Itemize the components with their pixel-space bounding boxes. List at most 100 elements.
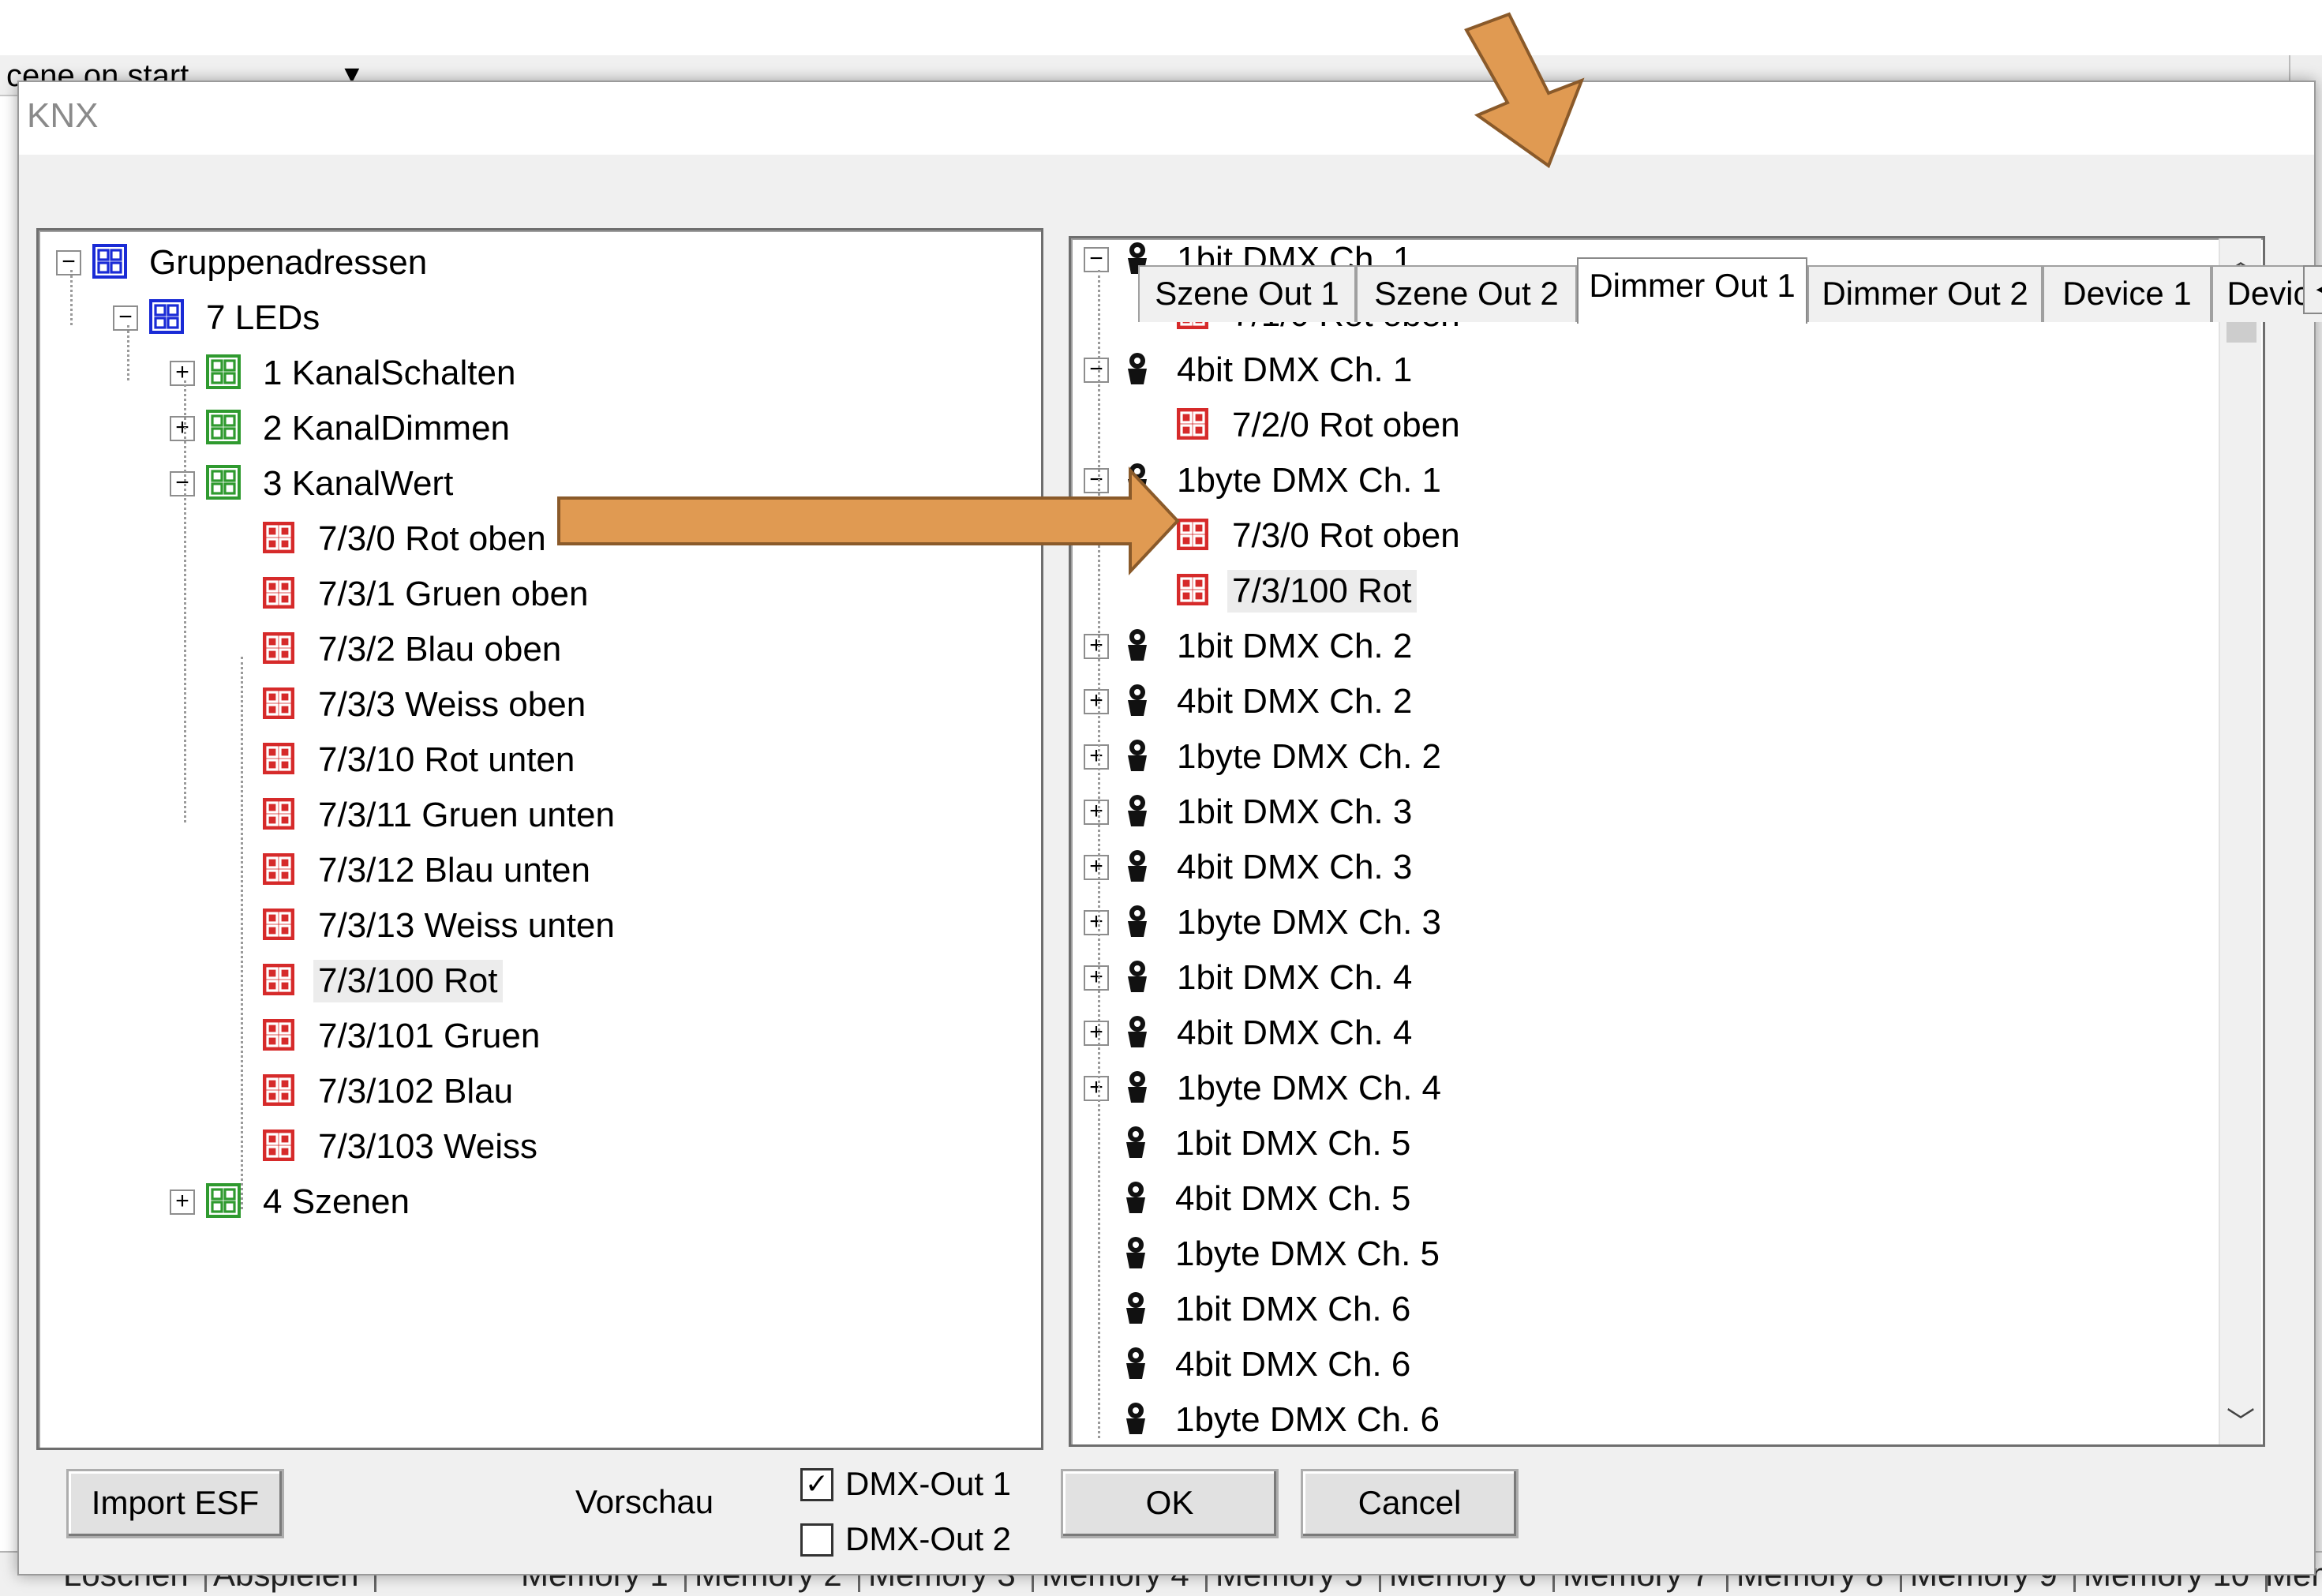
group-tree-node[interactable]: − Gruppenadressen <box>56 237 432 289</box>
collapse-minus-icon[interactable]: − <box>113 305 138 331</box>
group-tree-node[interactable]: +2 KanalDimmen <box>170 403 515 455</box>
group-tree-node[interactable]: 7/3/11 Gruen unten <box>227 789 620 841</box>
ok-button[interactable]: OK <box>1061 1469 1279 1538</box>
channel-tree-node[interactable]: 1byte DMX Ch. 6 <box>1084 1394 1444 1444</box>
group-tree-node[interactable]: +1 KanalSchalten <box>170 347 520 399</box>
channel-icon <box>1120 462 1155 500</box>
group-tree-node[interactable]: 7/3/10 Rot unten <box>227 734 579 786</box>
tab-dimmer-out-1[interactable]: Dimmer Out 1 <box>1577 257 1807 324</box>
channel-tree-node[interactable]: +1bit DMX Ch. 4 <box>1084 952 1417 1004</box>
group-tree-node[interactable]: 7/3/2 Blau oben <box>227 624 566 676</box>
tab-szene-out-2[interactable]: Szene Out 2 <box>1356 265 1577 322</box>
channel-icon <box>1118 1291 1153 1329</box>
channel-tree-node[interactable]: − 1byte DMX Ch. 1 <box>1084 455 1446 507</box>
tab-szene-out-1[interactable]: Szene Out 1 <box>1138 265 1356 322</box>
collapse-minus-icon[interactable]: − <box>1084 358 1109 383</box>
group-tree-label: 7/3/2 Blau oben <box>318 630 562 669</box>
vertical-scrollbar[interactable]: ︿ ﹀ <box>2219 238 2261 1444</box>
channel-tree-node[interactable]: 4bit DMX Ch. 5 <box>1084 1173 1415 1225</box>
group-tree-node[interactable]: +4 Szenen <box>170 1176 414 1228</box>
channel-tree-node[interactable]: +1byte DMX Ch. 4 <box>1084 1062 1446 1115</box>
import-esf-button[interactable]: Import ESF <box>66 1469 284 1538</box>
channel-tree-label: 1byte DMX Ch. 2 <box>1177 737 1442 776</box>
channel-tree-node[interactable]: +1bit DMX Ch. 3 <box>1084 786 1417 838</box>
channel-tree-node[interactable]: +4bit DMX Ch. 3 <box>1084 841 1417 894</box>
expand-plus-icon[interactable]: + <box>1084 800 1109 825</box>
group-tree-node[interactable]: − 7 LEDs <box>113 292 324 344</box>
expand-plus-icon[interactable]: + <box>1084 965 1109 991</box>
channel-tree-node[interactable]: 7/3/100 Rot <box>1140 565 1417 617</box>
channel-tree-node[interactable]: 1bit DMX Ch. 5 <box>1084 1118 1415 1170</box>
channel-icon <box>1120 1070 1155 1108</box>
channel-tree-label: 4bit DMX Ch. 6 <box>1175 1345 1411 1384</box>
expand-plus-icon[interactable]: + <box>170 361 195 386</box>
channel-tree-label: 1byte DMX Ch. 3 <box>1177 903 1442 942</box>
group-tree-node[interactable]: 7/3/1 Gruen oben <box>227 568 593 620</box>
red-address-icon <box>261 631 296 669</box>
channel-icon <box>1120 793 1155 832</box>
collapse-minus-icon[interactable]: − <box>1084 468 1109 493</box>
group-tree-node[interactable]: 7/3/101 Gruen <box>227 1010 545 1062</box>
group-tree-node[interactable]: 7/3/3 Weiss oben <box>227 679 590 731</box>
collapse-minus-icon[interactable]: − <box>170 471 195 496</box>
scroll-down-icon[interactable]: ﹀ <box>2220 1400 2261 1444</box>
channel-tree-label: 4bit DMX Ch. 5 <box>1175 1179 1411 1218</box>
dialog-titlebar[interactable]: KNX <box>19 82 2314 155</box>
channel-tree-node[interactable]: 1bit DMX Ch. 6 <box>1084 1283 1415 1336</box>
red-address-icon <box>261 796 296 835</box>
group-tree-label: 7/3/0 Rot oben <box>318 519 546 558</box>
expand-plus-icon[interactable]: + <box>1084 910 1109 935</box>
channel-tree-node[interactable]: 4bit DMX Ch. 6 <box>1084 1339 1415 1391</box>
expand-plus-icon[interactable]: + <box>1084 634 1109 659</box>
tab-scroll-left-icon[interactable]: ◀ <box>2303 265 2322 314</box>
collapse-minus-icon[interactable]: − <box>1084 247 1109 272</box>
group-tree-node[interactable]: 7/3/103 Weiss <box>227 1121 542 1173</box>
tab-dimmer-out-2[interactable]: Dimmer Out 2 <box>1807 265 2043 322</box>
expand-plus-icon[interactable]: + <box>1084 689 1109 714</box>
group-tree-label: 7/3/101 Gruen <box>318 1017 541 1055</box>
red-address-icon <box>261 575 296 614</box>
channel-tree-node[interactable]: 7/2/0 Rot oben <box>1140 399 1465 451</box>
group-tree-label: 7/3/3 Weiss oben <box>318 685 586 724</box>
tree-connector <box>127 325 129 380</box>
channel-icon <box>1118 1180 1153 1219</box>
expand-plus-icon[interactable]: + <box>1084 855 1109 880</box>
collapse-minus-icon[interactable]: − <box>56 250 81 275</box>
dmx-channel-tree[interactable]: −1bit DMX Ch. 17/1/0 Rot oben−4bit DMX C… <box>1069 236 2265 1447</box>
dmx-out-1-label: DMX-Out 1 <box>845 1465 1012 1502</box>
channel-tree-node[interactable]: 1byte DMX Ch. 5 <box>1084 1228 1444 1280</box>
group-tree-node[interactable]: 7/3/100 Rot <box>227 955 503 1007</box>
expand-plus-icon[interactable]: + <box>1084 1021 1109 1046</box>
channel-tree-node[interactable]: 7/3/0 Rot oben <box>1140 510 1465 562</box>
red-address-icon <box>261 741 296 780</box>
expand-plus-icon[interactable]: + <box>170 416 195 441</box>
group-tree-node[interactable]: 7/3/102 Blau <box>227 1066 518 1118</box>
channel-tree-node[interactable]: +1byte DMX Ch. 2 <box>1084 731 1446 783</box>
group-tree-label: 1 KanalSchalten <box>263 354 516 392</box>
channel-tree-node[interactable]: +1byte DMX Ch. 3 <box>1084 897 1446 949</box>
group-tree-label: 7/3/13 Weiss unten <box>318 906 615 945</box>
blue-group-icon <box>92 243 127 283</box>
group-tree-node[interactable]: − 3 KanalWert <box>170 458 458 510</box>
channel-tree-label: 1byte DMX Ch. 6 <box>1175 1400 1440 1439</box>
channel-tree-label: 7/2/0 Rot oben <box>1232 406 1460 444</box>
channel-tree-node[interactable]: − 4bit DMX Ch. 1 <box>1084 344 1417 396</box>
expand-plus-icon[interactable]: + <box>1084 1076 1109 1101</box>
preview-label: Vorschau <box>575 1483 714 1520</box>
channel-tree-node[interactable]: +1bit DMX Ch. 2 <box>1084 620 1417 672</box>
channel-tree-node[interactable]: +4bit DMX Ch. 4 <box>1084 1007 1417 1059</box>
group-tree-label: 7/3/12 Blau unten <box>318 851 590 890</box>
expand-plus-icon[interactable]: + <box>1084 744 1109 770</box>
expand-plus-icon[interactable]: + <box>170 1190 195 1215</box>
group-tree-node[interactable]: 7/3/0 Rot oben <box>227 513 551 565</box>
cancel-button[interactable]: Cancel <box>1301 1469 1519 1538</box>
channel-tree-node[interactable]: +4bit DMX Ch. 2 <box>1084 676 1417 728</box>
dmx-out-1-checkbox[interactable]: ✓ <box>800 1468 833 1501</box>
channel-icon <box>1120 628 1155 666</box>
dmx-out-2-checkbox[interactable] <box>800 1523 833 1557</box>
group-tree-node[interactable]: 7/3/12 Blau unten <box>227 845 595 897</box>
tab-device-1[interactable]: Device 1 <box>2043 265 2212 322</box>
group-address-tree[interactable]: − Gruppenadressen −7 LEDs +1 KanalSchalten +… <box>36 228 1043 1450</box>
channel-tree-label: 4bit DMX Ch. 3 <box>1177 848 1413 886</box>
group-tree-node[interactable]: 7/3/13 Weiss unten <box>227 900 620 952</box>
